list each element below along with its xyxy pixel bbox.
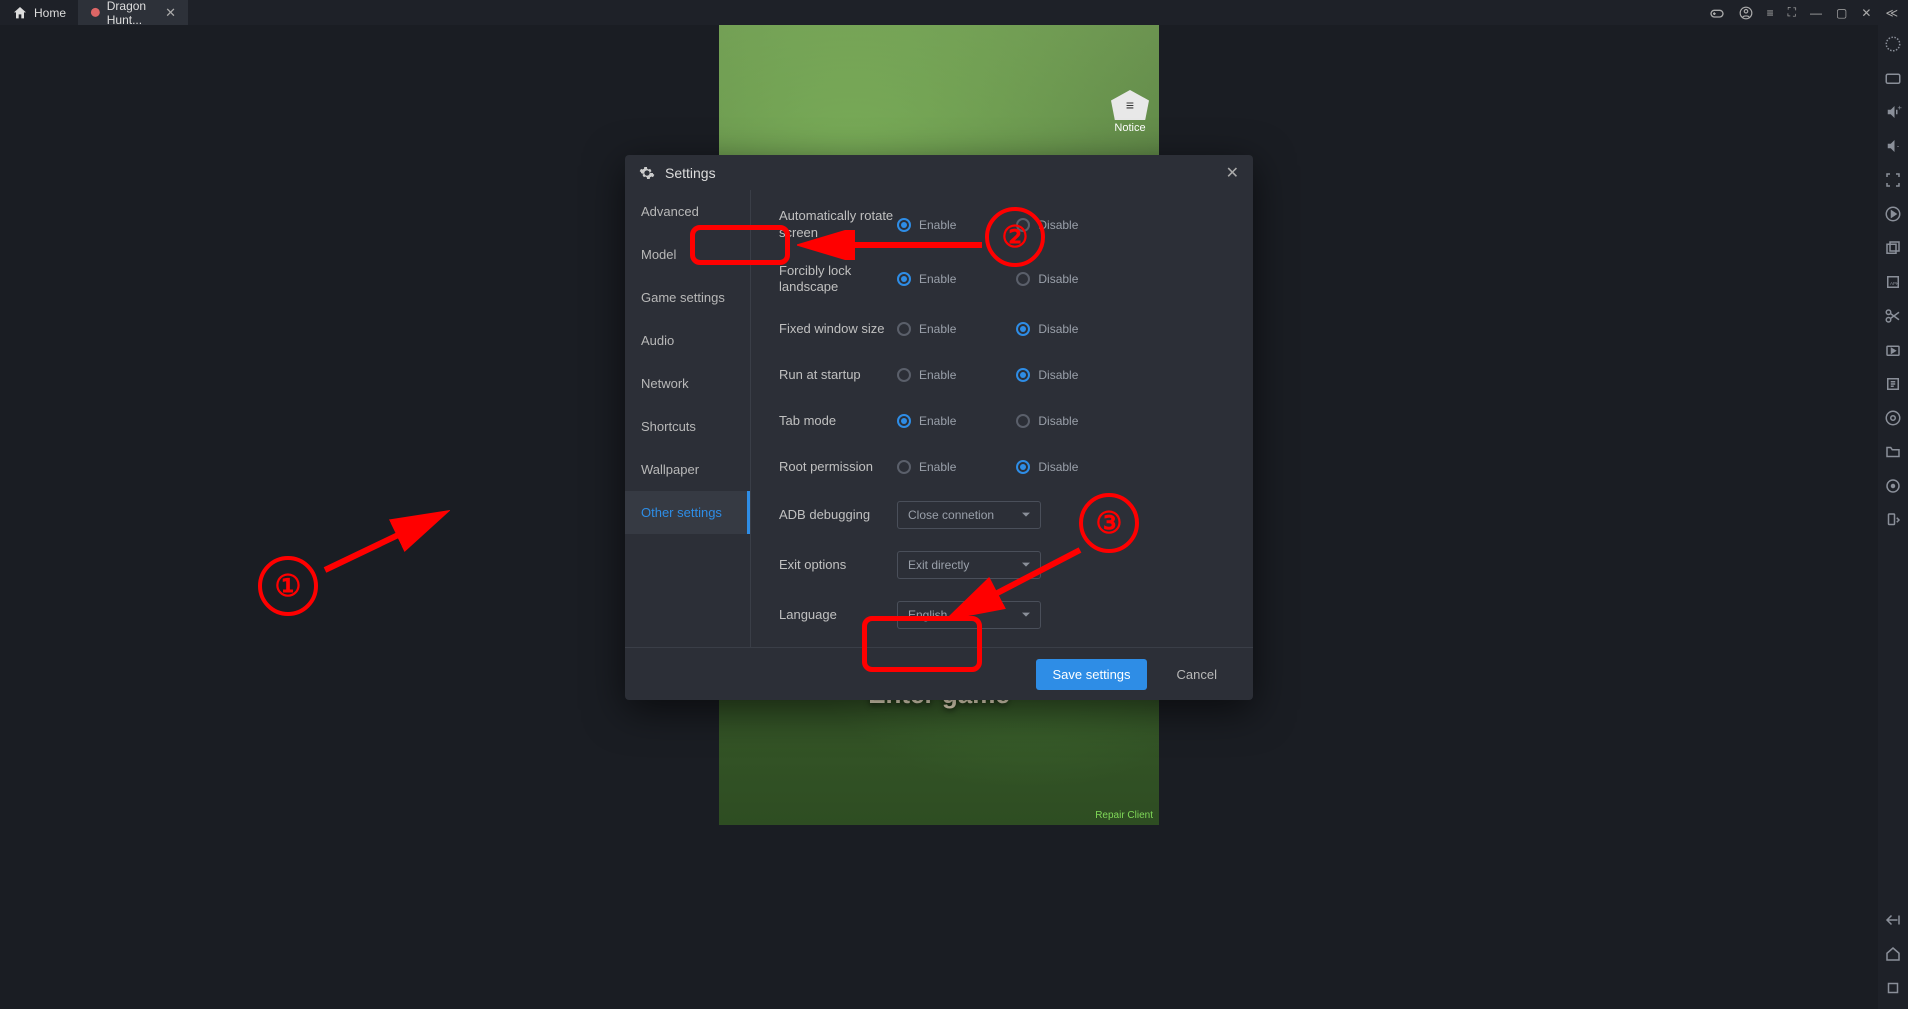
collapse-icon[interactable]: ≪ bbox=[1885, 6, 1898, 20]
setting-label: Exit options bbox=[779, 557, 897, 573]
tool-folder-icon[interactable] bbox=[1884, 443, 1902, 461]
setting-label: ADB debugging bbox=[779, 507, 897, 523]
setting-exit: Exit options Exit directly bbox=[779, 551, 1225, 579]
tab-home-label: Home bbox=[34, 6, 66, 20]
minimize-icon[interactable]: — bbox=[1810, 6, 1822, 20]
setting-label: Root permission bbox=[779, 459, 897, 475]
home-icon bbox=[12, 5, 28, 21]
tool-multi-instance-icon[interactable] bbox=[1884, 239, 1902, 257]
setting-root-permission: Root permission Enable Disable bbox=[779, 455, 1225, 479]
right-toolbar: + - APK bbox=[1878, 25, 1908, 1009]
tool-operation-record-icon[interactable] bbox=[1884, 375, 1902, 393]
setting-auto-rotate: Automatically rotate screen Enable Disab… bbox=[779, 208, 1225, 241]
radio-enable[interactable]: Enable bbox=[897, 414, 956, 428]
tab-game[interactable]: Dragon Hunt... ✕ bbox=[78, 0, 188, 25]
setting-force-lock: Forcibly lock landscape Enable Disable bbox=[779, 263, 1225, 296]
modal-header: Settings ✕ bbox=[625, 155, 1253, 190]
radio-disable[interactable]: Disable bbox=[1016, 218, 1078, 232]
tool-recents-icon[interactable] bbox=[1884, 979, 1902, 997]
setting-fixed-window: Fixed window size Enable Disable bbox=[779, 317, 1225, 341]
radio-enable[interactable]: Enable bbox=[897, 218, 956, 232]
tab-strip: Home Dragon Hunt... ✕ bbox=[0, 0, 188, 25]
setting-label: Forcibly lock landscape bbox=[779, 263, 897, 296]
game-app-icon bbox=[90, 5, 101, 21]
close-icon[interactable]: ✕ bbox=[1861, 6, 1871, 20]
tool-screenshot-icon[interactable] bbox=[1884, 409, 1902, 427]
sidebar-item-audio[interactable]: Audio bbox=[625, 319, 750, 362]
settings-modal: Settings ✕ Advanced Model Game settings … bbox=[625, 155, 1253, 700]
save-button[interactable]: Save settings bbox=[1036, 659, 1146, 690]
modal-body: Advanced Model Game settings Audio Netwo… bbox=[625, 190, 1253, 647]
radio-disable[interactable]: Disable bbox=[1016, 368, 1078, 382]
adb-dropdown[interactable]: Close connetion bbox=[897, 501, 1041, 529]
setting-label: Fixed window size bbox=[779, 321, 897, 337]
gear-icon bbox=[639, 165, 655, 181]
annotation-arrow-1 bbox=[320, 505, 450, 575]
setting-adb: ADB debugging Close connetion bbox=[779, 501, 1225, 529]
tool-home-icon[interactable] bbox=[1884, 945, 1902, 963]
setting-language: Language English bbox=[779, 601, 1225, 629]
gamepad-icon[interactable] bbox=[1709, 5, 1725, 21]
notice-icon bbox=[1111, 90, 1149, 120]
tool-volume-down-icon[interactable]: - bbox=[1884, 137, 1902, 155]
tool-rotate-icon[interactable] bbox=[1884, 511, 1902, 529]
user-icon[interactable] bbox=[1739, 6, 1753, 20]
content-area: Notice Enter game Repair Client Settings… bbox=[0, 25, 1878, 1009]
tool-back-icon[interactable] bbox=[1884, 911, 1902, 929]
tool-fullscreen-icon[interactable] bbox=[1884, 171, 1902, 189]
radio-enable[interactable]: Enable bbox=[897, 368, 956, 382]
svg-text:APK: APK bbox=[1890, 281, 1899, 286]
annotation-circle-1: ① bbox=[258, 556, 318, 616]
tool-scissors-icon[interactable] bbox=[1884, 307, 1902, 325]
modal-footer: Save settings Cancel bbox=[625, 647, 1253, 700]
repair-client-link[interactable]: Repair Client bbox=[1095, 810, 1153, 821]
titlebar: Home Dragon Hunt... ✕ ≡ ⛶ — ▢ ✕ ≪ bbox=[0, 0, 1908, 25]
language-dropdown[interactable]: English bbox=[897, 601, 1041, 629]
notice-label: Notice bbox=[1114, 122, 1145, 134]
notice-badge[interactable]: Notice bbox=[1111, 90, 1149, 134]
radio-disable[interactable]: Disable bbox=[1016, 272, 1078, 286]
radio-disable[interactable]: Disable bbox=[1016, 322, 1078, 336]
sidebar-item-network[interactable]: Network bbox=[625, 362, 750, 405]
modal-sidebar: Advanced Model Game settings Audio Netwo… bbox=[625, 190, 751, 647]
radio-enable[interactable]: Enable bbox=[897, 272, 956, 286]
cancel-button[interactable]: Cancel bbox=[1161, 659, 1233, 690]
tool-apk-icon[interactable]: APK bbox=[1884, 273, 1902, 291]
maximize-icon[interactable]: ▢ bbox=[1836, 6, 1847, 20]
modal-title: Settings bbox=[665, 165, 716, 181]
tool-keyboard-icon[interactable] bbox=[1884, 69, 1902, 87]
tool-record-icon[interactable] bbox=[1884, 341, 1902, 359]
setting-label: Language bbox=[779, 607, 897, 623]
tool-sync-icon[interactable] bbox=[1884, 205, 1902, 223]
sidebar-item-shortcuts[interactable]: Shortcuts bbox=[625, 405, 750, 448]
tool-volume-up-icon[interactable]: + bbox=[1884, 103, 1902, 121]
modal-close-icon[interactable]: ✕ bbox=[1226, 163, 1239, 183]
setting-label: Run at startup bbox=[779, 367, 897, 383]
setting-run-startup: Run at startup Enable Disable bbox=[779, 363, 1225, 387]
svg-text:+: + bbox=[1898, 103, 1903, 112]
modal-panel: Automatically rotate screen Enable Disab… bbox=[751, 190, 1253, 647]
menu-icon[interactable]: ≡ bbox=[1767, 6, 1774, 20]
tool-settings-icon[interactable] bbox=[1884, 35, 1902, 53]
radio-enable[interactable]: Enable bbox=[897, 322, 956, 336]
svg-text:-: - bbox=[1897, 141, 1900, 150]
sidebar-item-model[interactable]: Model bbox=[625, 233, 750, 276]
radio-disable[interactable]: Disable bbox=[1016, 414, 1078, 428]
radio-enable[interactable]: Enable bbox=[897, 460, 956, 474]
setting-label: Automatically rotate screen bbox=[779, 208, 897, 241]
exit-dropdown[interactable]: Exit directly bbox=[897, 551, 1041, 579]
tab-home[interactable]: Home bbox=[0, 0, 78, 25]
sidebar-item-game-settings[interactable]: Game settings bbox=[625, 276, 750, 319]
tab-game-label: Dragon Hunt... bbox=[107, 0, 159, 27]
setting-tab-mode: Tab mode Enable Disable bbox=[779, 409, 1225, 433]
expand-icon[interactable]: ⛶ bbox=[1788, 5, 1796, 20]
sidebar-item-advanced[interactable]: Advanced bbox=[625, 190, 750, 233]
tab-close-icon[interactable]: ✕ bbox=[165, 5, 176, 21]
sidebar-item-wallpaper[interactable]: Wallpaper bbox=[625, 448, 750, 491]
tool-location-icon[interactable] bbox=[1884, 477, 1902, 495]
radio-disable[interactable]: Disable bbox=[1016, 460, 1078, 474]
sidebar-item-other-settings[interactable]: Other settings bbox=[625, 491, 750, 534]
setting-label: Tab mode bbox=[779, 413, 897, 429]
window-controls: ≡ ⛶ — ▢ ✕ ≪ bbox=[1709, 5, 1908, 21]
